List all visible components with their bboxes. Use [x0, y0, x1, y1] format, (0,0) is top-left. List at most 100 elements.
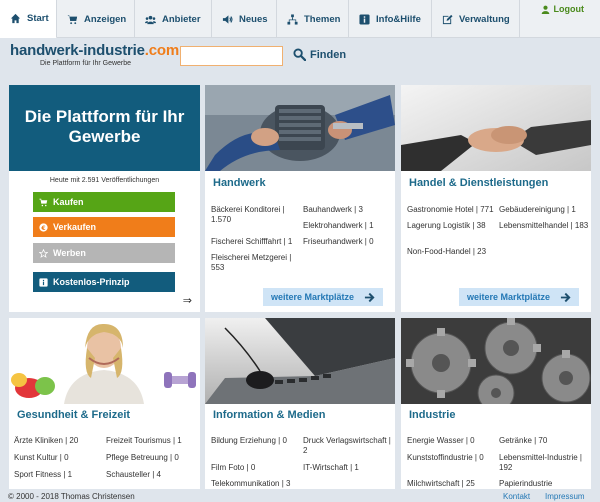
category-item[interactable]: Pflege Betreuung | 0	[106, 453, 200, 463]
tab-anbieter[interactable]: Anbieter	[135, 0, 212, 38]
category-item[interactable]: Freizeit Tourismus | 1	[106, 436, 200, 446]
site-logo[interactable]: handwerk-industrie.com	[10, 42, 179, 59]
category-item[interactable]: Getränke | 70	[499, 436, 589, 446]
fitness-photo	[9, 318, 200, 404]
arrow-right-icon	[560, 292, 571, 302]
category-item[interactable]: Lebensmittelhandel | 183	[499, 221, 589, 231]
category-title[interactable]: Handel & Dienstleistungen	[409, 177, 548, 189]
tab-themen[interactable]: Themen	[277, 0, 349, 38]
category-item[interactable]: Kunst Kultur | 0	[14, 453, 106, 463]
category-item[interactable]: Film Foto | 0	[211, 463, 303, 473]
tab-info-hilfe-label: Info&Hilfe	[376, 13, 421, 25]
category-item[interactable]: Papierindustrie	[499, 479, 589, 489]
imprint-link[interactable]: Impressum	[545, 492, 585, 501]
category-item[interactable]: Non-Food-Handel | 23	[407, 247, 499, 257]
category-item[interactable]: Milchwirtschaft | 25	[407, 479, 499, 489]
sell-button-label: Verkaufen	[53, 222, 97, 232]
tab-verwaltung[interactable]: Verwaltung	[432, 0, 520, 38]
category-item[interactable]: Bildung Erziehung | 0	[211, 436, 303, 446]
top-navigation: Start Anzeigen Anbieter Neues Themen Inf…	[0, 0, 600, 39]
category-item[interactable]: Fischerei Schifffahrt | 1	[211, 237, 303, 247]
free-principle-button-label: Kostenlos-Prinzip	[53, 277, 130, 287]
publication-count: Heute mit 2.591 Veröffentlichungen	[49, 177, 160, 184]
category-item[interactable]: Sport Fitness | 1	[14, 470, 106, 480]
logout-label: Logout	[553, 4, 585, 14]
cart-icon	[39, 198, 48, 207]
euro-icon: €	[39, 222, 48, 232]
site-tagline: Die Plattform für Ihr Gewerbe	[40, 60, 132, 67]
category-item[interactable]: Telekommunikation | 3	[211, 479, 303, 489]
tab-start-label: Start	[27, 13, 49, 24]
star-icon	[39, 248, 48, 258]
buy-button[interactable]: Kaufen	[33, 192, 175, 212]
category-item[interactable]: Fleischerei Metzgerei | 553	[211, 253, 303, 273]
category-item[interactable]: Lagerung Logistik | 38	[407, 221, 499, 231]
contact-link[interactable]: Kontakt	[503, 492, 530, 501]
more-marketplaces-label: weitere Marktplätze	[271, 292, 355, 302]
tab-neues-label: Neues	[239, 13, 268, 25]
more-marketplaces-label: weitere Marktplätze	[467, 292, 551, 302]
info-icon	[359, 13, 370, 25]
buy-button-label: Kaufen	[53, 197, 84, 207]
logout-link[interactable]: Logout	[541, 4, 585, 14]
category-item[interactable]: Elektrohandwerk | 1	[303, 221, 393, 231]
category-item[interactable]: Schausteller | 4	[106, 470, 200, 480]
next-arrow[interactable]: ⇒	[183, 294, 192, 307]
svg-text:€: €	[40, 224, 45, 231]
hero-title: Die Plattform für Ihr Gewerbe	[9, 85, 200, 171]
copyright-text: © 2000 - 2018 Thomas Christensen	[8, 492, 135, 501]
free-principle-button[interactable]: Kostenlos-Prinzip	[33, 272, 175, 292]
handshake-photo	[401, 85, 591, 171]
category-panel-handwerk: Handwerk Bäckerei Konditorei | 1.570 Bau…	[205, 85, 395, 312]
category-item[interactable]: Druck Verlagswirtschaft | 2	[303, 436, 393, 456]
category-title[interactable]: Industrie	[409, 409, 455, 421]
search-input[interactable]	[180, 46, 283, 66]
laptop-photo	[205, 318, 395, 404]
search-icon	[293, 48, 306, 61]
category-panel-gesundheit: Gesundheit & Freizeit Ärzte Kliniken | 2…	[9, 318, 200, 489]
tab-anbieter-label: Anbieter	[162, 13, 201, 25]
logo-main-text: handwerk-industrie	[10, 42, 145, 59]
category-title[interactable]: Handwerk	[213, 177, 266, 189]
category-item[interactable]: Friseurhandwerk | 0	[303, 237, 393, 247]
category-item[interactable]: Gebäudereinigung | 1	[499, 205, 589, 215]
sell-button[interactable]: € Verkaufen	[33, 217, 175, 237]
more-marketplaces-button[interactable]: weitere Marktplätze	[459, 288, 579, 306]
site-footer: © 2000 - 2018 Thomas Christensen Kontakt…	[0, 489, 600, 502]
category-item[interactable]: Bauhandwerk | 3	[303, 205, 393, 215]
hero-panel: Die Plattform für Ihr Gewerbe Heute mit …	[9, 85, 200, 312]
category-title[interactable]: Gesundheit & Freizeit	[17, 409, 130, 421]
tab-neues[interactable]: Neues	[212, 0, 277, 38]
category-item[interactable]: IT-Wirtschaft | 1	[303, 463, 393, 473]
tab-info-hilfe[interactable]: Info&Hilfe	[349, 0, 432, 38]
gears-photo	[401, 318, 591, 404]
sitemap-icon	[287, 13, 298, 25]
category-item[interactable]: Energie Wasser | 0	[407, 436, 499, 446]
category-item[interactable]: Lebensmittel-Industrie | 192	[499, 453, 589, 473]
home-icon	[10, 13, 21, 24]
tab-start[interactable]: Start	[0, 0, 57, 39]
search-button[interactable]: Finden	[293, 48, 346, 61]
tab-anzeigen-label: Anzeigen	[84, 13, 127, 25]
category-item[interactable]: Bäckerei Konditorei | 1.570	[211, 205, 303, 225]
category-item[interactable]: Gastronomie Hotel | 771	[407, 205, 499, 215]
category-title[interactable]: Information & Medien	[213, 409, 325, 421]
category-item[interactable]: Ärzte Kliniken | 20	[14, 436, 106, 446]
advertise-button[interactable]: Werben	[33, 243, 175, 263]
handwerk-photo	[205, 85, 395, 171]
category-item[interactable]: Kunststoffindustrie | 0	[407, 453, 499, 463]
logo-tld-text: .com	[144, 42, 179, 59]
speaker-icon	[222, 14, 233, 25]
arrow-right-icon	[364, 292, 375, 302]
edit-icon	[442, 14, 453, 25]
tab-themen-label: Themen	[304, 13, 341, 25]
site-header: handwerk-industrie.com Die Plattform für…	[0, 38, 600, 79]
users-icon	[145, 14, 156, 25]
more-marketplaces-button[interactable]: weitere Marktplätze	[263, 288, 383, 306]
user-icon	[541, 5, 549, 14]
advertise-button-label: Werben	[53, 248, 86, 258]
category-panel-information: Information & Medien Bildung Erziehung |…	[205, 318, 395, 489]
cart-icon	[67, 14, 78, 25]
tab-verwaltung-label: Verwaltung	[459, 13, 510, 25]
tab-anzeigen[interactable]: Anzeigen	[57, 0, 135, 38]
